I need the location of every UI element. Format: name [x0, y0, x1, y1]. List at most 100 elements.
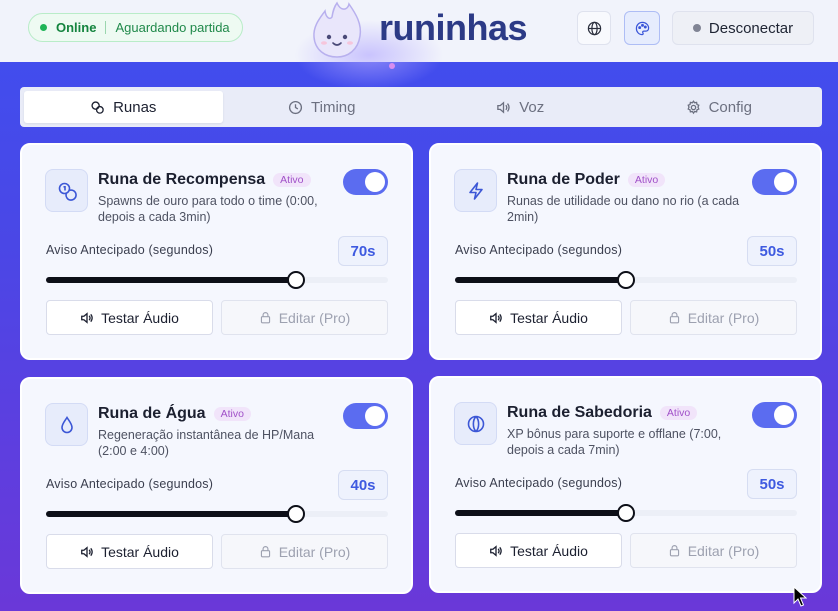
logo-wordmark: runinhas	[379, 7, 528, 48]
slider-fill	[46, 511, 296, 517]
test-audio-label: Testar Áudio	[510, 309, 588, 326]
edit-pro-button[interactable]: Editar (Pro)	[630, 300, 797, 335]
clock-icon	[288, 100, 303, 114]
rune-enabled-toggle[interactable]	[343, 403, 388, 429]
rune-enabled-toggle[interactable]	[343, 169, 388, 195]
warn-value: 50s	[747, 236, 797, 266]
warn-slider[interactable]	[46, 505, 388, 523]
warn-label: Aviso Antecipado (segundos)	[46, 243, 214, 257]
runes-icon	[91, 100, 104, 114]
rune-enabled-toggle[interactable]	[752, 402, 797, 428]
speaker-icon	[497, 100, 510, 114]
lock-icon	[669, 545, 679, 557]
lock-icon	[260, 312, 270, 324]
card-title-text: Runa de Sabedoria	[507, 404, 652, 421]
card-title: Runa de Poder Ativo	[507, 171, 666, 189]
card-description: XP bônus para suporte e offlane (7:00, d…	[507, 427, 722, 457]
card-description: Regeneração instantânea de HP/Mana (2:00…	[98, 428, 315, 458]
test-audio-button[interactable]: Testar Áudio	[46, 300, 213, 335]
speaker-icon	[81, 545, 93, 558]
toggle-knob	[365, 406, 385, 426]
edit-pro-button[interactable]: Editar (Pro)	[630, 533, 797, 568]
lightning-icon	[468, 181, 483, 200]
tab-timing-label: Timing	[311, 98, 356, 116]
test-audio-label: Testar Áudio	[510, 542, 588, 559]
rune-card-bounty: Runa de Recompensa Ativo Spawns de ouro …	[20, 143, 413, 360]
warn-slider[interactable]	[46, 271, 388, 289]
slider-fill	[455, 277, 626, 283]
disconnect-button[interactable]: Desconectar	[672, 11, 814, 45]
card-icon-box	[454, 402, 497, 445]
slider-fill	[46, 277, 296, 283]
warn-slider[interactable]	[455, 271, 797, 289]
mouse-cursor-icon	[793, 586, 807, 607]
bounty-coins-icon	[58, 182, 77, 201]
disconnect-label: Desconectar	[708, 19, 794, 37]
language-button[interactable]	[577, 11, 611, 45]
toggle-knob	[774, 405, 794, 425]
card-description: Runas de utilidade ou dano no rio (a cad…	[507, 194, 740, 224]
test-audio-label: Testar Áudio	[101, 309, 179, 326]
edit-pro-button[interactable]: Editar (Pro)	[221, 534, 388, 569]
card-title-text: Runa de Poder	[507, 171, 620, 188]
warn-label: Aviso Antecipado (segundos)	[455, 476, 623, 490]
disconnect-dot-icon	[692, 24, 701, 32]
status-badge: Ativo	[627, 173, 666, 187]
speaker-icon	[490, 311, 502, 324]
edit-pro-label: Editar (Pro)	[687, 542, 760, 559]
toggle-knob	[774, 172, 794, 192]
test-audio-button[interactable]: Testar Áudio	[46, 534, 213, 569]
card-icon-box	[454, 169, 497, 212]
online-dot-icon	[40, 24, 47, 31]
tab-timing[interactable]: Timing	[223, 91, 422, 123]
tab-voz[interactable]: Voz	[421, 91, 620, 123]
warn-slider[interactable]	[455, 504, 797, 522]
edit-pro-button[interactable]: Editar (Pro)	[221, 300, 388, 335]
status-divider	[105, 21, 107, 34]
warn-value: 50s	[747, 469, 797, 499]
test-audio-button[interactable]: Testar Áudio	[455, 533, 622, 568]
test-audio-label: Testar Áudio	[101, 543, 179, 560]
tab-config[interactable]: Config	[620, 91, 819, 123]
slider-fill	[455, 510, 626, 516]
status-sub-label: Aguardando partida	[115, 20, 230, 35]
card-icon-box	[45, 169, 88, 212]
card-title: Runa de Sabedoria Ativo	[507, 404, 698, 422]
rune-enabled-toggle[interactable]	[752, 169, 797, 195]
app-header: Online Aguardando partida runinhas Desco…	[0, 0, 838, 90]
wisdom-rune-icon	[467, 415, 484, 432]
palette-icon	[635, 21, 649, 35]
warn-label: Aviso Antecipado (segundos)	[455, 243, 623, 257]
gear-icon	[686, 99, 700, 114]
warn-label: Aviso Antecipado (segundos)	[46, 477, 214, 491]
card-icon-box	[45, 403, 88, 446]
test-audio-button[interactable]: Testar Áudio	[455, 300, 622, 335]
status-badge: Ativo	[213, 407, 251, 421]
slider-thumb[interactable]	[286, 505, 305, 523]
globe-icon	[587, 21, 601, 35]
speaker-icon	[490, 544, 502, 557]
status-badge: Ativo	[273, 173, 311, 187]
theme-button[interactable]	[624, 11, 660, 45]
logo-dot	[389, 63, 395, 69]
slider-thumb[interactable]	[617, 504, 635, 522]
edit-pro-label: Editar (Pro)	[278, 543, 351, 560]
tab-voz-label: Voz	[519, 98, 545, 116]
connection-status-badge: Online Aguardando partida	[28, 13, 243, 42]
tab-runas-label: Runas	[113, 98, 157, 116]
rune-card-wisdom: Runa de Sabedoria Ativo XP bônus para su…	[429, 376, 822, 593]
tab-runas[interactable]: Runas	[24, 91, 223, 123]
speaker-icon	[81, 311, 93, 324]
card-title-text: Runa de Água	[98, 405, 206, 422]
tab-config-label: Config	[708, 98, 752, 116]
main-tabs: Runas Timing Voz Config	[20, 87, 822, 127]
slider-thumb[interactable]	[617, 271, 635, 289]
card-description: Spawns de ouro para todo o time (0:00, d…	[98, 194, 318, 224]
slider-thumb[interactable]	[286, 271, 305, 289]
flame-mascot-icon	[313, 1, 362, 58]
edit-pro-label: Editar (Pro)	[278, 309, 351, 326]
card-title-text: Runa de Recompensa	[98, 171, 266, 188]
card-title: Runa de Água Ativo	[98, 405, 251, 423]
rune-card-water: Runa de Água Ativo Regeneração instantân…	[20, 377, 413, 594]
status-badge: Ativo	[659, 406, 698, 420]
